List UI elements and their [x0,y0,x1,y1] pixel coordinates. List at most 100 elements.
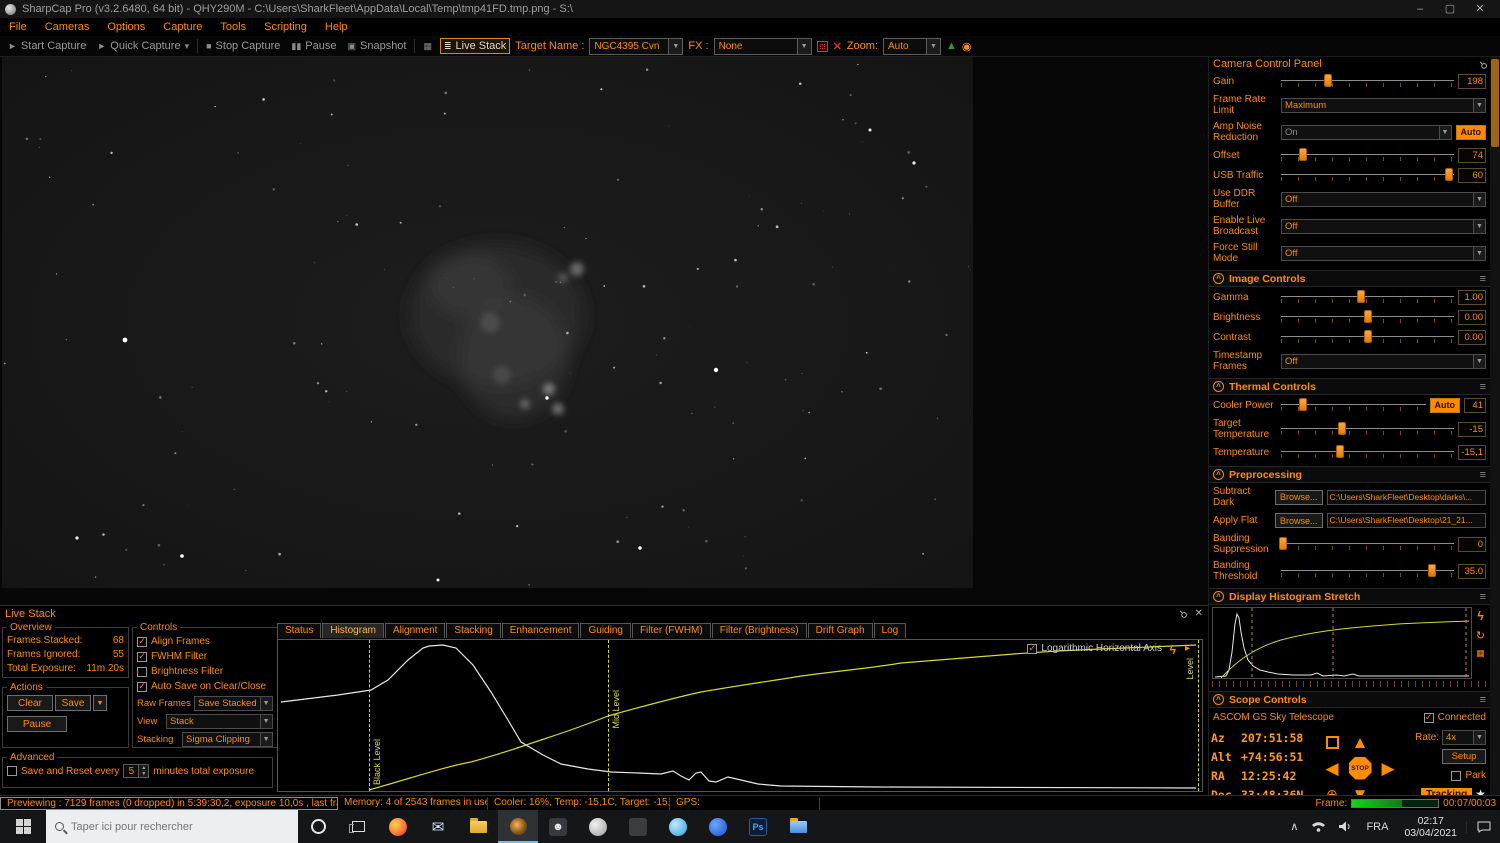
menu-tools[interactable]: Tools [211,18,255,36]
tab-guiding[interactable]: Guiding [580,623,630,638]
notification-center-icon[interactable] [1466,821,1500,833]
live-stack-button[interactable]: ≣Live Stack [440,38,510,54]
usb-traffic-slider[interactable] [1281,168,1454,183]
volume-icon[interactable] [1332,821,1359,832]
collapse-icon[interactable]: ^ [1213,273,1224,284]
gamma-slider[interactable] [1281,290,1454,305]
slew-down-button[interactable]: ▼ [1352,786,1369,796]
menu-scripting[interactable]: Scripting [255,18,316,36]
menu-capture[interactable]: Capture [154,18,211,36]
contrast-value[interactable]: 0.00 [1458,330,1486,345]
gamma-value[interactable]: 1.00 [1458,290,1486,305]
view-dropdown[interactable]: Stack▼ [166,714,273,729]
close-icon[interactable]: ✕ [1195,608,1203,619]
save-button[interactable]: Save [55,695,91,711]
reticle-icon[interactable]: ◉ [962,40,972,53]
brightness-value[interactable]: 0.00 [1458,310,1486,325]
menu-help[interactable]: Help [316,18,357,36]
stretch-histogram[interactable] [1212,607,1472,679]
selection-area-icon[interactable] [817,41,828,52]
apply-stretch-icon[interactable]: ▸ [1185,643,1190,654]
rate-dropdown[interactable]: 4x▼ [1442,730,1486,745]
tab-filter-fwhm[interactable]: Filter (FWHM) [632,623,711,638]
chevron-down-icon[interactable]: ▼ [797,39,811,54]
section-menu-icon[interactable]: ≡ [1480,591,1486,603]
temperature-slider[interactable] [1281,445,1454,460]
start-capture-button[interactable]: ►Start Capture [5,39,89,53]
slew-left-button[interactable]: ◀ [1325,760,1338,777]
tab-enhancement[interactable]: Enhancement [502,623,580,638]
taskbar-sharpcap-icon[interactable] [498,810,538,843]
histogram-toggle-icon[interactable]: ▲ [946,40,957,52]
cortana-icon[interactable] [298,810,338,843]
taskbar-app-teal-icon[interactable] [658,810,698,843]
fx-combo[interactable]: None▼ [714,38,812,55]
section-menu-icon[interactable]: ≡ [1480,469,1486,481]
clear-button[interactable]: Clear [7,695,53,711]
save-reset-checkbox[interactable] [7,766,17,776]
slider-thumb[interactable] [1338,422,1346,435]
ddr-buffer-dropdown[interactable]: Off▼ [1281,192,1486,207]
apply-to-image-icon[interactable]: ▦ [1476,648,1485,659]
gain-slider[interactable] [1281,74,1454,89]
crosshair-overlay-icon[interactable]: ✕ [833,40,842,53]
section-scope-controls[interactable]: ^ Scope Controls ≡ [1209,691,1490,708]
maximize-icon[interactable]: ▢ [1435,0,1465,18]
minimize-icon[interactable]: – [1405,0,1435,18]
raw-frames-dropdown[interactable]: Save Stacked▼ [194,696,273,711]
scrollbar-thumb[interactable] [1491,59,1499,147]
language-indicator[interactable]: FRA [1359,821,1395,833]
network-icon[interactable] [1305,821,1332,832]
contrast-slider[interactable] [1281,330,1454,345]
save-reset-value[interactable]: 5 [124,765,138,777]
section-thermal-controls[interactable]: ^ Thermal Controls ≡ [1209,378,1490,395]
slider-thumb[interactable] [1279,537,1287,550]
mid-level-line[interactable] [608,640,609,791]
slew-right-button[interactable]: ▶ [1381,760,1394,777]
spinner-down-icon[interactable]: ▼ [139,771,148,777]
tab-stacking[interactable]: Stacking [446,623,500,638]
collapse-icon[interactable]: ^ [1213,591,1224,602]
search-input[interactable] [71,821,271,833]
task-view-icon[interactable] [338,810,378,843]
align-frames-checkbox[interactable]: Align Frames [137,634,273,649]
menu-file[interactable]: File [0,18,36,36]
fwhm-filter-checkbox[interactable]: FWHM Filter [137,649,273,664]
park-checkbox[interactable]: Park [1451,768,1486,783]
reset-stretch-icon[interactable]: ↻ [1476,629,1485,642]
target-temp-value[interactable]: -15 [1458,422,1486,437]
save-reset-spinner[interactable]: 5 ▲▼ [123,764,149,778]
stacking-dropdown[interactable]: Sigma Clipping▼ [182,732,273,747]
banding-suppression-slider[interactable] [1281,537,1454,552]
setup-button[interactable]: Setup [1442,749,1486,764]
save-dropdown-icon[interactable]: ▼ [93,695,107,711]
section-menu-icon[interactable]: ≡ [1480,381,1486,393]
pause-stack-button[interactable]: Pause [7,716,67,732]
target-name-combo[interactable]: NGC4395 Cvn▼ [589,38,683,55]
frame-icon[interactable] [1326,736,1339,749]
log-axis-checkbox[interactable]: Logarithmic Horizontal Axis [1027,643,1162,654]
slew-up-button[interactable]: ▲ [1352,734,1369,751]
panel-scrollbar[interactable] [1490,57,1500,795]
amp-noise-auto-button[interactable]: Auto [1456,125,1487,140]
frame-rate-dropdown[interactable]: Maximum▼ [1281,98,1486,113]
taskbar-app-gray-icon[interactable] [578,810,618,843]
stack-histogram-chart[interactable]: Black Level Mid Level Level Logarithmic … [277,639,1203,792]
cooler-auto-button[interactable]: Auto [1430,398,1461,413]
target-crosshair-icon[interactable]: ⊕ [1326,786,1338,796]
banding-threshold-slider[interactable] [1281,564,1454,579]
taskbar-app-dark-icon[interactable] [618,810,658,843]
slider-thumb[interactable] [1299,398,1307,411]
brightness-slider[interactable] [1281,310,1454,325]
subtract-dark-browse-button[interactable]: Browse... [1275,490,1323,505]
menu-cameras[interactable]: Cameras [36,18,99,36]
star-icon[interactable]: ★ [1475,787,1486,795]
cooler-power-slider[interactable] [1281,398,1426,413]
target-temp-slider[interactable] [1281,422,1454,437]
pin-icon[interactable]: ⚲ [1476,58,1489,71]
slew-stop-button[interactable]: STOP [1349,757,1372,780]
chevron-down-icon[interactable]: ▼ [668,39,682,54]
auto-save-checkbox[interactable]: Auto Save on Clear/Close [137,679,273,694]
banding-suppression-value[interactable]: 0 [1458,537,1486,552]
offset-value[interactable]: 74 [1458,148,1486,163]
